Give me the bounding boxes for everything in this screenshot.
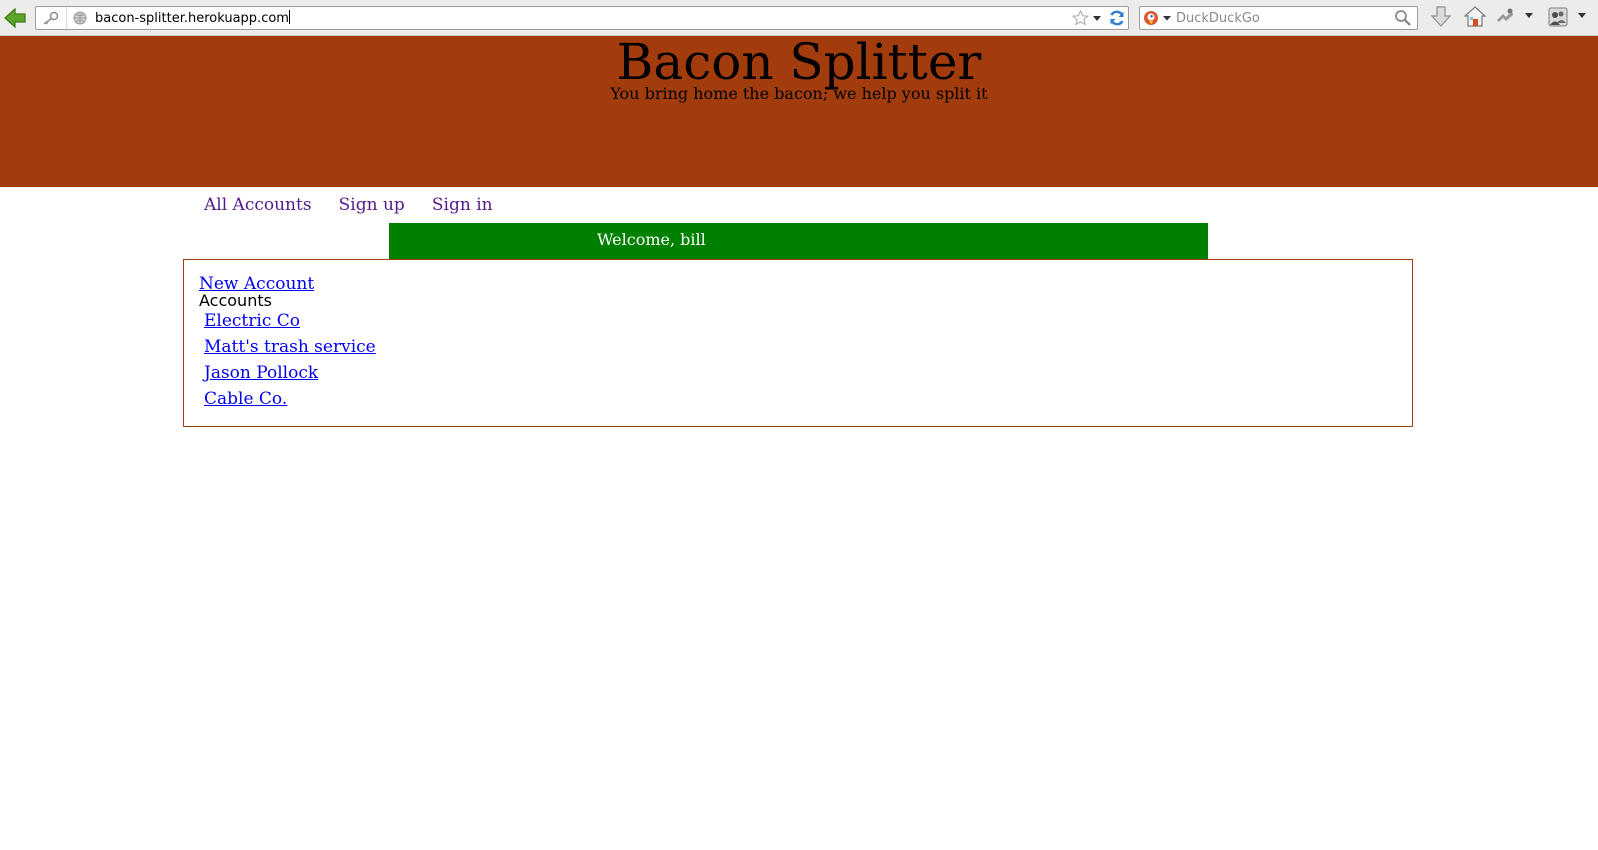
globe-icon — [73, 11, 87, 25]
account-list-item: Jason Pollock — [204, 363, 376, 389]
nav-sign-up-link[interactable]: Sign up — [339, 195, 405, 215]
account-link-cable-co[interactable]: Cable Co. — [204, 389, 287, 409]
sync-account-icon[interactable] — [1547, 5, 1571, 29]
account-link-matts-trash-service[interactable]: Matt's trash service — [204, 337, 376, 357]
search-input[interactable] — [1176, 9, 1388, 27]
site-tagline: You bring home the bacon; we help you sp… — [610, 84, 988, 103]
account-link-electric-co[interactable]: Electric Co — [204, 311, 300, 331]
search-engine-button[interactable] — [1143, 9, 1177, 27]
back-arrow-icon — [4, 7, 26, 29]
accounts-panel: New Account Accounts Electric Co Matt's … — [183, 259, 1413, 427]
addon-dropdown-icon[interactable] — [1524, 10, 1534, 22]
accounts-heading: Accounts — [199, 291, 272, 310]
reload-icon[interactable] — [1108, 9, 1126, 27]
duckduckgo-icon — [1144, 11, 1171, 25]
menu-dropdown-icon[interactable] — [1577, 10, 1587, 22]
search-icon[interactable] — [1394, 9, 1412, 27]
key-icon — [43, 11, 59, 25]
back-button[interactable] — [2, 6, 28, 30]
history-dropdown-icon[interactable] — [1092, 10, 1102, 26]
nav-sign-in-link[interactable]: Sign in — [432, 195, 493, 215]
flash-message: Welcome, bill — [597, 230, 706, 249]
site-title: Bacon Splitter — [616, 33, 982, 91]
account-link-jason-pollock[interactable]: Jason Pollock — [204, 363, 318, 383]
site-identity-button[interactable] — [36, 7, 67, 29]
text-caret — [288, 10, 290, 24]
nav-all-accounts-link[interactable]: All Accounts — [204, 195, 312, 215]
search-bar[interactable] — [1139, 6, 1418, 30]
downloads-icon[interactable] — [1430, 5, 1452, 29]
url-text[interactable]: bacon-splitter.herokuapp.com — [95, 10, 290, 26]
account-list: Electric Co Matt's trash service Jason P… — [204, 311, 376, 415]
site-header: Bacon Splitter You bring home the bacon;… — [0, 36, 1598, 187]
account-list-item: Cable Co. — [204, 389, 376, 415]
account-list-item: Electric Co — [204, 311, 376, 337]
flash-notice: Welcome, bill — [389, 223, 1208, 259]
home-icon[interactable] — [1464, 5, 1486, 29]
addon-icon[interactable] — [1494, 5, 1516, 29]
account-list-item: Matt's trash service — [204, 337, 376, 363]
main-nav: All Accounts Sign up Sign in — [204, 193, 515, 217]
browser-toolbar: bacon-splitter.herokuapp.com — [0, 0, 1598, 36]
address-bar[interactable]: bacon-splitter.herokuapp.com — [35, 6, 1129, 30]
bookmark-star-icon[interactable] — [1072, 10, 1089, 26]
